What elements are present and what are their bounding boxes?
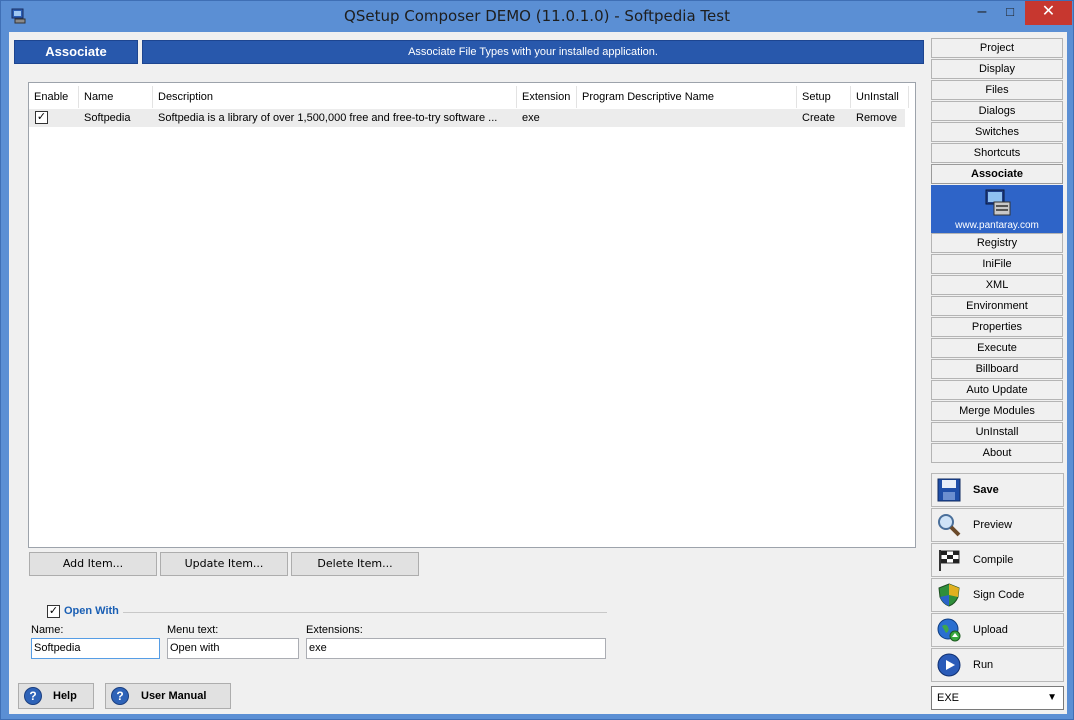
cell-program-name [577, 109, 797, 127]
cell-extension: exe [522, 112, 540, 124]
name-label: Name: [31, 624, 64, 636]
sidebar-item-properties[interactable]: Properties [931, 317, 1063, 337]
table-row[interactable]: ✓ Softpedia Softpedia is a library of ov… [29, 109, 905, 127]
play-icon [937, 653, 961, 677]
magnifier-icon [938, 514, 961, 537]
run-label: Run [973, 659, 994, 671]
sidebar-item-inifile[interactable]: IniFile [931, 254, 1063, 274]
column-header-uninstall[interactable]: UnInstall [851, 86, 909, 108]
column-header-extension[interactable]: Extension [517, 86, 577, 108]
sidebar-item-dialogs[interactable]: Dialogs [931, 101, 1063, 121]
section-banner: Associate File Types with your installed… [142, 40, 924, 64]
enable-checkbox[interactable]: ✓ [35, 111, 48, 124]
sidebar-item-files[interactable]: Files [931, 80, 1063, 100]
preview-label: Preview [973, 519, 1013, 531]
sidebar-item-merge-modules[interactable]: Merge Modules [931, 401, 1063, 421]
floppy-disk-icon [937, 478, 961, 502]
output-type-value: EXE [937, 692, 960, 704]
globe-upload-icon [937, 618, 961, 642]
upload-button[interactable]: Upload [931, 613, 1064, 647]
help-icon: ? [24, 687, 42, 705]
column-header-program-name[interactable]: Program Descriptive Name [577, 86, 797, 108]
help-label: Help [53, 690, 77, 702]
open-with-checkbox[interactable]: ✓ [47, 605, 60, 618]
run-button[interactable]: Run [931, 648, 1064, 682]
cell-setup: Create [802, 112, 836, 124]
sidebar-item-auto-update[interactable]: Auto Update [931, 380, 1063, 400]
column-header-description[interactable]: Description [153, 86, 517, 108]
cell-description: Softpedia is a library of over 1,500,000… [158, 112, 498, 124]
menu-text-field[interactable]: Open with [167, 638, 299, 659]
add-item-button[interactable]: Add Item... [29, 552, 157, 576]
maximize-button[interactable]: □ [995, 1, 1025, 25]
user-manual-label: User Manual [141, 690, 207, 702]
sidebar-item-about[interactable]: About [931, 443, 1063, 463]
upload-label: Upload [973, 624, 1008, 636]
sidebar-item-switches[interactable]: Switches [931, 122, 1063, 142]
shield-icon [938, 583, 960, 607]
column-header-enable[interactable]: Enable [29, 86, 79, 108]
sign-code-button[interactable]: Sign Code [931, 578, 1064, 612]
sidebar-item-xml[interactable]: XML [931, 275, 1063, 295]
sidebar-item-execute[interactable]: Execute [931, 338, 1063, 358]
menu-text-label: Menu text: [167, 624, 219, 636]
preview-button[interactable]: Preview [931, 508, 1064, 542]
column-header-name[interactable]: Name [79, 86, 153, 108]
sidebar-item-uninstall[interactable]: UnInstall [931, 422, 1063, 442]
association-grid[interactable]: Enable Name Description Extension Progra… [28, 82, 916, 548]
sidebar-item-shortcuts[interactable]: Shortcuts [931, 143, 1063, 163]
cell-name: Softpedia [84, 112, 131, 124]
compile-label: Compile [973, 554, 1014, 566]
sign-code-label: Sign Code [973, 589, 1025, 601]
group-divider [123, 612, 607, 613]
minimize-button[interactable]: – [967, 1, 997, 25]
grid-header: Enable Name Description Extension Progra… [29, 86, 915, 108]
open-with-title: Open With [64, 605, 119, 617]
extensions-label: Extensions: [306, 624, 363, 636]
sidebar-item-registry[interactable]: Registry [931, 233, 1063, 253]
checkered-flag-icon [939, 550, 960, 571]
computer-icon [985, 189, 1011, 216]
output-type-select[interactable]: EXE ▼ [931, 686, 1064, 710]
chevron-down-icon: ▼ [1047, 692, 1057, 703]
sidebar-item-environment[interactable]: Environment [931, 296, 1063, 316]
sidebar-item-billboard[interactable]: Billboard [931, 359, 1063, 379]
compile-button[interactable]: Compile [931, 543, 1064, 577]
sidebar-item-project[interactable]: Project [931, 38, 1063, 58]
app-window: QSetup Composer DEMO (11.0.1.0) - Softpe… [0, 0, 1074, 720]
update-item-button[interactable]: Update Item... [160, 552, 288, 576]
logo-url: www.pantaray.com [955, 220, 1039, 231]
delete-item-button[interactable]: Delete Item... [291, 552, 419, 576]
section-title: Associate [14, 40, 138, 64]
pantaray-logo: www.pantaray.com [931, 185, 1063, 233]
title-bar: QSetup Composer DEMO (11.0.1.0) - Softpe… [1, 1, 1073, 32]
help-button[interactable]: ? Help [18, 683, 94, 709]
client-area: Associate Associate File Types with your… [9, 32, 1067, 714]
save-label: Save [973, 484, 999, 496]
extensions-field[interactable]: exe [306, 638, 606, 659]
window-title: QSetup Composer DEMO (11.0.1.0) - Softpe… [344, 7, 730, 25]
close-button[interactable]: ✕ [1025, 1, 1072, 25]
sidebar-item-associate[interactable]: Associate [931, 164, 1063, 184]
save-button[interactable]: Save [931, 473, 1064, 507]
sidebar: Project Display Files Dialogs Switches S… [930, 35, 1064, 711]
name-field[interactable]: Softpedia [31, 638, 160, 659]
cell-uninstall: Remove [856, 112, 897, 124]
sidebar-item-display[interactable]: Display [931, 59, 1063, 79]
column-header-setup[interactable]: Setup [797, 86, 851, 108]
help-icon: ? [111, 687, 129, 705]
main-panel: Associate Associate File Types with your… [11, 34, 929, 682]
user-manual-button[interactable]: ? User Manual [105, 683, 231, 709]
